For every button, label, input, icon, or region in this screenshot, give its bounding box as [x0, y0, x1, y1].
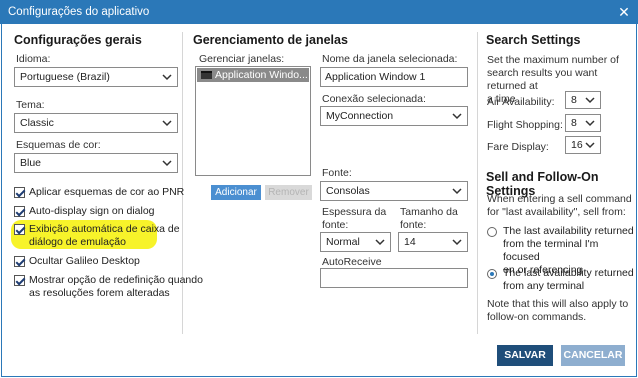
flight-shopping-label: Flight Shopping: — [487, 119, 563, 131]
air-availability-label: Air Availability: — [487, 96, 555, 108]
checkbox-auto-emulation-dialog[interactable]: Exibição automática de caixa de diálogo … — [14, 223, 180, 249]
chevron-down-icon — [162, 74, 172, 81]
air-availability-select[interactable]: 8 — [565, 91, 601, 109]
search-settings-title: Search Settings — [486, 33, 581, 47]
radio-button[interactable] — [487, 269, 497, 279]
chevron-down-icon — [162, 160, 172, 167]
checkbox-box[interactable] — [14, 187, 25, 198]
window-icon — [201, 71, 212, 79]
column-divider-right — [477, 32, 478, 334]
font-thickness-select[interactable]: Normal — [320, 232, 391, 252]
checkbox-label: Auto-display sign on dialog — [29, 205, 155, 217]
radio-option-any-terminal[interactable]: The last availability returned from any … — [487, 267, 634, 293]
font-thickness-label-line2: fonte: — [322, 219, 349, 231]
list-item[interactable]: Application Windo... — [197, 68, 309, 82]
chevron-down-icon — [585, 97, 595, 104]
font-thickness-label-line1: Espessura da — [322, 206, 387, 218]
selected-window-name-label: Nome da janela selecionada: — [322, 53, 458, 65]
radio-button[interactable] — [487, 227, 497, 237]
sell-description: When entering a sell command for "last a… — [487, 193, 632, 219]
font-thickness-label: Espessura da fonte: — [322, 206, 386, 232]
language-select[interactable]: Portuguese (Brazil) — [14, 67, 178, 87]
selected-window-name-input[interactable]: Application Window 1 — [320, 67, 468, 87]
general-settings-title: Configurações gerais — [14, 33, 142, 47]
fare-display-label: Fare Display: — [487, 141, 549, 153]
checkbox-label-group: Mostrar opção de redefinição quando as r… — [29, 274, 203, 300]
font-size-value: 14 — [404, 236, 416, 248]
checkbox-label-group: Exibição automática de caixa de diálogo … — [29, 223, 180, 249]
font-value: Consolas — [326, 185, 370, 197]
theme-label: Tema: — [16, 99, 45, 111]
color-scheme-select[interactable]: Blue — [14, 153, 178, 173]
checkbox-label: Exibição automática de caixa de — [29, 223, 180, 235]
checkbox-hide-galileo-desktop[interactable]: Ocultar Galileo Desktop — [14, 255, 140, 268]
font-size-label-line2: fonte: — [400, 219, 427, 231]
title-bar: Configurações do aplicativo ✕ — [0, 0, 638, 24]
chevron-down-icon — [452, 188, 462, 195]
list-item-label: Application Windo... — [215, 69, 308, 81]
radio-label-line: The last availability returned — [503, 225, 634, 237]
sell-note-line: follow-on commands. — [487, 311, 587, 323]
chevron-down-icon — [585, 142, 595, 149]
color-scheme-value: Blue — [20, 157, 42, 169]
window-title: Configurações do aplicativo — [8, 6, 150, 18]
theme-value: Classic — [20, 117, 54, 129]
radio-label-line: The last availability returned — [503, 267, 634, 279]
chevron-down-icon — [585, 120, 595, 127]
checkbox-show-reset-option[interactable]: Mostrar opção de redefinição quando as r… — [14, 274, 203, 300]
windows-list[interactable]: Application Windo... — [195, 66, 311, 176]
autoreceive-label: AutoReceive — [322, 256, 382, 268]
close-icon[interactable]: ✕ — [614, 2, 634, 22]
font-thickness-value: Normal — [326, 236, 360, 248]
radio-label-line: from any terminal — [503, 280, 585, 292]
checkbox-label: Mostrar opção de redefinição quando — [29, 274, 203, 286]
checkbox-label-line2: as resoluções forem alteradas — [29, 287, 170, 299]
connection-value: MyConnection — [326, 110, 394, 122]
sell-note-line: Note that this will also apply to — [487, 298, 629, 310]
cancel-button[interactable]: CANCELAR — [561, 345, 625, 366]
fare-display-select[interactable]: 16 — [565, 136, 601, 154]
autoreceive-input[interactable] — [320, 268, 468, 288]
theme-select[interactable]: Classic — [14, 113, 178, 133]
font-select[interactable]: Consolas — [320, 181, 468, 201]
font-size-select[interactable]: 14 — [398, 232, 468, 252]
sell-description-line: When entering a sell command — [487, 193, 632, 205]
color-scheme-label: Esquemas de cor: — [16, 139, 101, 151]
checkbox-box[interactable] — [14, 206, 25, 217]
sell-description-line: for "last availability", sell from: — [487, 206, 626, 218]
checkbox-auto-display-sign-on[interactable]: Auto-display sign on dialog — [14, 205, 155, 218]
selected-connection-label: Conexão selecionada: — [322, 93, 426, 105]
chevron-down-icon — [452, 239, 462, 246]
save-button[interactable]: SALVAR — [497, 345, 553, 366]
chevron-down-icon — [452, 113, 462, 120]
window-management-title: Gerenciamento de janelas — [193, 33, 348, 47]
fare-display-value: 16 — [571, 139, 583, 151]
font-size-label-line1: Tamanho da — [400, 206, 458, 218]
flight-shopping-value: 8 — [571, 117, 577, 129]
language-value: Portuguese (Brazil) — [20, 71, 110, 83]
manage-windows-label: Gerenciar janelas: — [199, 53, 285, 65]
connection-select[interactable]: MyConnection — [320, 106, 468, 126]
radio-label-group: The last availability returned from any … — [503, 267, 634, 293]
sell-note: Note that this will also apply to follow… — [487, 298, 628, 324]
checkbox-label: Aplicar esquemas de cor ao PNR — [29, 186, 185, 198]
checkbox-label: Ocultar Galileo Desktop — [29, 255, 140, 267]
checkbox-box[interactable] — [14, 275, 25, 286]
flight-shopping-select[interactable]: 8 — [565, 114, 601, 132]
language-label: Idioma: — [16, 53, 51, 65]
checkbox-box[interactable] — [14, 256, 25, 267]
add-window-button[interactable]: Adicionar — [211, 185, 261, 200]
air-availability-value: 8 — [571, 94, 577, 106]
search-description-line: search results you want returned at — [487, 67, 598, 92]
remove-window-button[interactable]: Remover — [265, 185, 312, 200]
checkbox-apply-color-schemes[interactable]: Aplicar esquemas de cor ao PNR — [14, 186, 184, 199]
radio-label-line: from the terminal I'm focused — [503, 238, 599, 263]
checkbox-box[interactable] — [14, 224, 25, 235]
chevron-down-icon — [162, 120, 172, 127]
font-size-label: Tamanho da fonte: — [400, 206, 458, 232]
font-label: Fonte: — [322, 167, 352, 179]
chevron-down-icon — [375, 239, 385, 246]
checkbox-label-line2: diálogo de emulação — [29, 236, 126, 248]
search-description-line: Set the maximum number of — [487, 54, 619, 66]
